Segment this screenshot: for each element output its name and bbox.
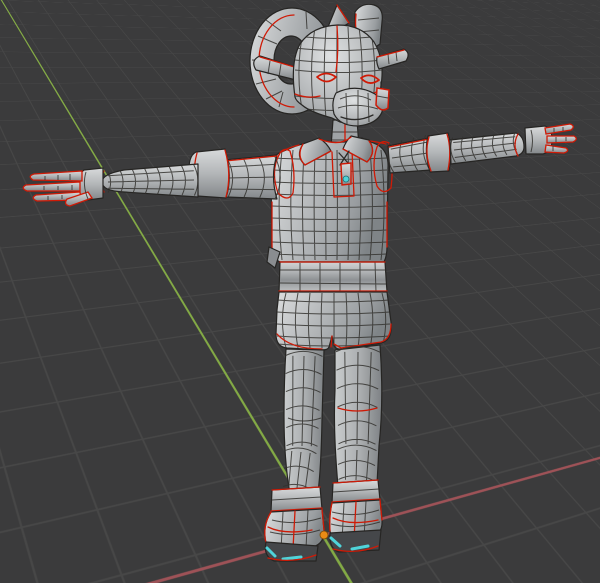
leg-right[interactable] xyxy=(334,345,381,486)
cuff-right xyxy=(426,133,450,172)
torso-shirt[interactable] xyxy=(271,136,392,262)
arm-right[interactable] xyxy=(388,124,576,173)
hand-right[interactable] xyxy=(525,124,576,154)
boot-left[interactable] xyxy=(265,509,324,561)
shorts[interactable] xyxy=(276,292,391,350)
leg-left[interactable] xyxy=(283,349,324,494)
hand-left[interactable] xyxy=(23,168,103,206)
viewport-3d[interactable] xyxy=(0,0,600,583)
character-mesh[interactable] xyxy=(0,0,600,583)
boot-cuff-right[interactable] xyxy=(332,480,380,503)
boot-cuff-left[interactable] xyxy=(271,487,322,512)
boot-right[interactable] xyxy=(330,500,382,552)
arm-left[interactable] xyxy=(23,149,280,206)
gem xyxy=(343,176,349,182)
belt[interactable] xyxy=(279,262,387,292)
origin-dot[interactable] xyxy=(320,531,328,539)
ear-right[interactable] xyxy=(377,49,408,69)
